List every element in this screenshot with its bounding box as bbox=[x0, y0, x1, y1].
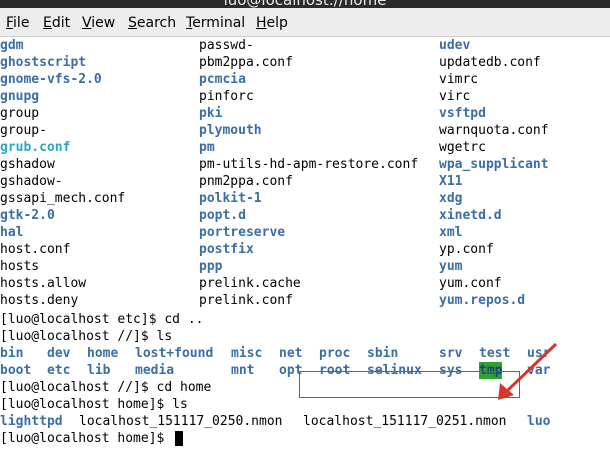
window-titlebar: luo@localhost://home bbox=[0, 0, 610, 8]
listing-entry: plymouth bbox=[199, 123, 262, 138]
command-cd-home: [luo@localhost //]$ cd home bbox=[0, 380, 212, 395]
listing-entry: postfix bbox=[199, 242, 254, 257]
listing-entry: passwd- bbox=[199, 38, 254, 53]
home-entry: luo bbox=[527, 414, 551, 429]
root-entry: dev bbox=[47, 346, 71, 361]
root-entry: usr bbox=[527, 346, 551, 361]
listing-entry: yum.repos.d bbox=[439, 293, 526, 308]
listing-entry: group bbox=[0, 106, 40, 121]
listing-entry: hosts.allow bbox=[0, 276, 87, 291]
terminal-cursor bbox=[175, 431, 183, 446]
listing-entry: ghostscript bbox=[0, 55, 87, 70]
root-entry: mnt bbox=[231, 363, 255, 378]
listing-entry: xinetd.d bbox=[439, 208, 502, 223]
root-entry: media bbox=[135, 363, 175, 378]
command-ls-root: [luo@localhost //]$ ls bbox=[0, 329, 173, 344]
listing-entry: portreserve bbox=[199, 225, 286, 240]
listing-entry: pinforc bbox=[199, 89, 254, 104]
annotation-highlight-box bbox=[299, 371, 520, 398]
root-entry: sbin bbox=[367, 346, 399, 361]
command-cd-up: [luo@localhost etc]$ cd .. bbox=[0, 312, 204, 327]
menu-view[interactable]: View bbox=[82, 15, 115, 31]
root-entry: etc bbox=[47, 363, 71, 378]
listing-entry: gdm bbox=[0, 38, 24, 53]
root-entry: bin bbox=[0, 346, 24, 361]
listing-entry: grub.conf bbox=[0, 140, 71, 155]
listing-entry: pm-utils-hd-apm-restore.conf bbox=[199, 157, 419, 172]
listing-entry: gshadow bbox=[0, 157, 55, 172]
root-entry: boot bbox=[0, 363, 32, 378]
listing-entry: hosts.deny bbox=[0, 293, 79, 308]
menu-search[interactable]: Search bbox=[128, 15, 176, 31]
listing-entry: virc bbox=[439, 89, 471, 104]
listing-entry: updatedb.conf bbox=[439, 55, 541, 70]
listing-entry: popt.d bbox=[199, 208, 246, 223]
listing-entry: prelink.conf bbox=[199, 293, 293, 308]
root-entry: net bbox=[279, 346, 303, 361]
menu-bar: File Edit View Search Terminal Help bbox=[0, 8, 610, 37]
listing-entry: udev bbox=[439, 38, 471, 53]
listing-entry: warnquota.conf bbox=[439, 123, 549, 138]
menu-help[interactable]: Help bbox=[256, 15, 288, 31]
menu-edit[interactable]: Edit bbox=[43, 15, 70, 31]
root-entry: srv bbox=[439, 346, 463, 361]
listing-entry: prelink.cache bbox=[199, 276, 301, 291]
root-entry: var bbox=[527, 363, 551, 378]
root-entry: misc bbox=[231, 346, 263, 361]
listing-entry: gssapi_mech.conf bbox=[0, 191, 126, 206]
listing-entry: group- bbox=[0, 123, 47, 138]
listing-entry: xml bbox=[439, 225, 463, 240]
listing-entry: ppp bbox=[199, 259, 223, 274]
home-entry: localhost_151117_0250.nmon bbox=[79, 414, 283, 429]
root-entry: proc bbox=[319, 346, 351, 361]
listing-entry: pbm2ppa.conf bbox=[199, 55, 293, 70]
listing-entry: vimrc bbox=[439, 72, 479, 87]
listing-entry: pm bbox=[199, 140, 215, 155]
command-prompt: [luo@localhost home]$ bbox=[0, 431, 173, 446]
listing-entry: pnm2ppa.conf bbox=[199, 174, 293, 189]
menu-file[interactable]: File bbox=[6, 15, 29, 31]
home-entry: localhost_151117_0251.nmon bbox=[303, 414, 507, 429]
menu-terminal[interactable]: Terminal bbox=[186, 15, 245, 31]
command-ls-home: [luo@localhost home]$ ls bbox=[0, 397, 188, 412]
root-entry: test bbox=[479, 346, 511, 361]
listing-entry: wgetrc bbox=[439, 140, 486, 155]
listing-entry: pki bbox=[199, 106, 223, 121]
window-title: luo@localhost://home bbox=[0, 0, 610, 8]
listing-entry: yp.conf bbox=[439, 242, 494, 257]
root-entry: lost+found bbox=[135, 346, 214, 361]
listing-entry: pcmcia bbox=[199, 72, 246, 87]
listing-entry: gnome-vfs-2.0 bbox=[0, 72, 102, 87]
listing-entry: gshadow- bbox=[0, 174, 63, 189]
root-entry: home bbox=[87, 346, 119, 361]
listing-entry: yum.conf bbox=[439, 276, 502, 291]
listing-entry: gnupg bbox=[0, 89, 40, 104]
root-entry: lib bbox=[87, 363, 111, 378]
listing-entry: xdg bbox=[439, 191, 463, 206]
listing-entry: hosts bbox=[0, 259, 40, 274]
home-entry: lighttpd bbox=[0, 414, 63, 429]
listing-entry: X11 bbox=[439, 174, 463, 189]
listing-entry: host.conf bbox=[0, 242, 71, 257]
listing-entry: wpa_supplicant bbox=[439, 157, 549, 172]
listing-entry: yum bbox=[439, 259, 463, 274]
listing-entry: polkit-1 bbox=[199, 191, 262, 206]
listing-entry: gtk-2.0 bbox=[0, 208, 55, 223]
listing-entry: vsftpd bbox=[439, 106, 486, 121]
listing-entry: hal bbox=[0, 225, 24, 240]
